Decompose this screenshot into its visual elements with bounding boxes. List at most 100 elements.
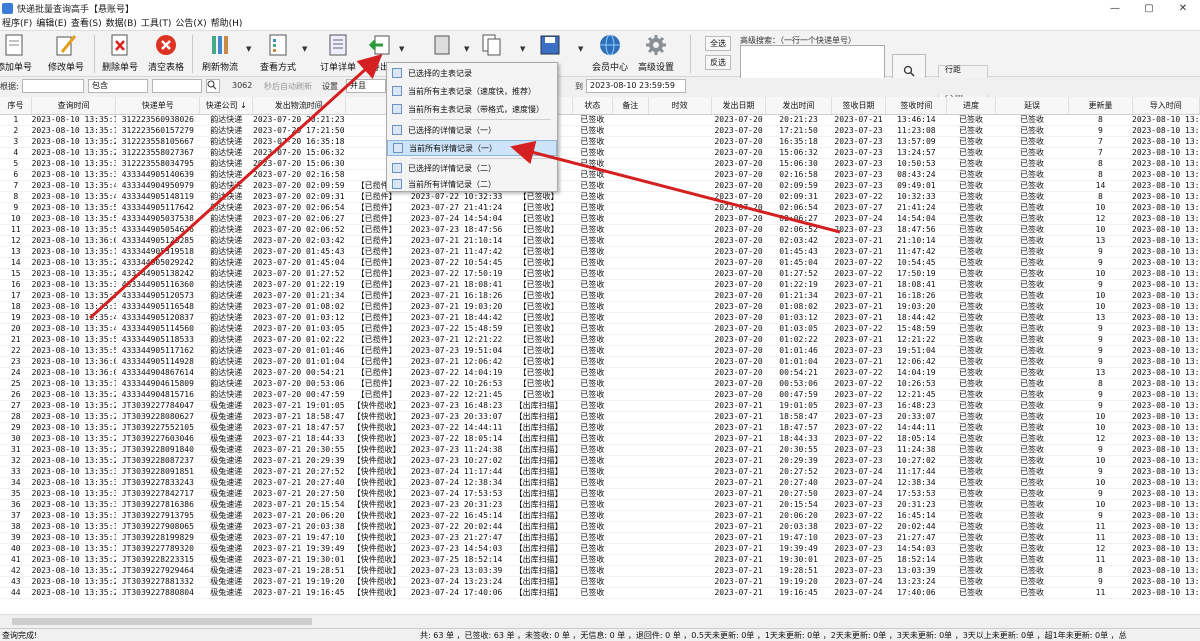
table-row[interactable]: 37 2023-08-10 13:35:35 JT3039227913795 极兔速递… bbox=[0, 510, 1200, 522]
filter-field-select[interactable] bbox=[22, 79, 84, 93]
table-row[interactable]: 28 2023-08-10 13:35:25 JT3039228080627 极兔速递… bbox=[0, 411, 1200, 423]
column-header[interactable]: 时效 bbox=[648, 97, 712, 115]
menu-edit[interactable]: 编辑(E) bbox=[34, 17, 69, 30]
table-row[interactable]: 19 2023-08-10 13:35:43 433344905120837 韵达快递… bbox=[0, 312, 1200, 324]
table-row[interactable]: 7 2023-08-10 13:35:42 433344904950979 韵达快递 2… bbox=[0, 180, 1200, 192]
view-mode-button[interactable]: 查看方式 bbox=[256, 33, 300, 73]
table-row[interactable]: 2 2023-08-10 13:35:18 312223560157279 韵达快递 2… bbox=[0, 125, 1200, 137]
chevron-down-icon[interactable]: ▼ bbox=[578, 45, 583, 53]
table-row[interactable]: 21 2023-08-10 13:35:51 433344905118533 韵达快递… bbox=[0, 334, 1200, 346]
table-row[interactable]: 27 2023-08-10 13:35:24 JT3039227784047 极兔速递… bbox=[0, 400, 1200, 412]
table-row[interactable]: 3 2023-08-10 13:35:24 312223558105667 韵达快递 2… bbox=[0, 136, 1200, 148]
table-row[interactable]: 20 2023-08-10 13:35:47 433344905114560 韵达快递… bbox=[0, 323, 1200, 335]
column-header[interactable]: 签收时间 bbox=[885, 97, 948, 115]
column-header[interactable]: 发出日期 bbox=[711, 97, 767, 115]
edit-number-button[interactable]: 修改单号 bbox=[44, 33, 88, 73]
table-row[interactable]: 41 2023-08-10 13:35:21 JT3039228223315 极兔速递… bbox=[0, 554, 1200, 566]
table-row[interactable]: 25 2023-08-10 13:35:17 433344904615809 韵达快递… bbox=[0, 378, 1200, 390]
menu-data[interactable]: 数据(B) bbox=[104, 17, 139, 30]
table-row[interactable]: 40 2023-08-10 13:35:19 JT3039227789320 极兔速递… bbox=[0, 543, 1200, 555]
order-detail-button[interactable]: 订单详单 bbox=[316, 33, 360, 73]
table-row[interactable]: 30 2023-08-10 13:35:26 JT3039227603046 极兔速递… bbox=[0, 433, 1200, 445]
menu-view[interactable]: 查看(S) bbox=[69, 17, 104, 30]
column-header[interactable]: 导入时间 bbox=[1132, 97, 1200, 115]
select-all-button[interactable]: 全选 bbox=[705, 36, 731, 51]
table-row[interactable]: 32 2023-08-10 13:35:26 JT3039228087237 极兔速递… bbox=[0, 455, 1200, 467]
table-row[interactable]: 10 2023-08-10 13:35:54 433344905037538 韵达快递… bbox=[0, 213, 1200, 225]
menu-item-all-main-fast[interactable]: 当前所有主表记录（速度快，推荐） bbox=[387, 83, 557, 99]
menu-tools[interactable]: 工具(T) bbox=[139, 17, 174, 30]
table-row[interactable]: 44 2023-08-10 13:35:25 JT3039227880804 极兔速递… bbox=[0, 587, 1200, 599]
table-row[interactable]: 35 2023-08-10 13:35:35 JT3039227842717 极兔速递… bbox=[0, 488, 1200, 500]
menu-item-selected-detail-2[interactable]: 已选择的详情记录（二） bbox=[387, 160, 557, 176]
close-button[interactable]: ✕ bbox=[1166, 0, 1200, 17]
column-header[interactable]: 发出物流时间 bbox=[252, 97, 346, 115]
menu-item-all-detail-1[interactable]: 当前所有详情记录（一） bbox=[387, 140, 557, 156]
menu-program[interactable]: 程序(F) bbox=[0, 17, 34, 30]
table-row[interactable]: 14 2023-08-10 13:35:20 433344905029242 韵达快递… bbox=[0, 257, 1200, 269]
save-button[interactable] bbox=[528, 33, 572, 57]
maximize-button[interactable]: ▢ bbox=[1132, 0, 1166, 17]
menu-notice[interactable]: 公告(X) bbox=[173, 17, 208, 30]
refresh-logistics-button[interactable]: 刷新物流 bbox=[198, 33, 242, 73]
column-header[interactable]: 状态 bbox=[572, 97, 613, 115]
table-row[interactable]: 33 2023-08-10 13:35:30 JT3039228091851 极兔速递… bbox=[0, 466, 1200, 478]
table-row[interactable]: 15 2023-08-10 13:35:25 433344905138242 韵达快递… bbox=[0, 268, 1200, 280]
menu-help[interactable]: 帮助(H) bbox=[209, 17, 245, 30]
date-to-input[interactable]: 2023-08-10 23:59:59 bbox=[586, 79, 686, 93]
table-row[interactable]: 43 2023-08-10 13:35:24 JT3039227881332 极兔速递… bbox=[0, 576, 1200, 588]
column-header[interactable]: 快递公司 ↓ bbox=[199, 97, 254, 115]
column-header[interactable]: 序号 bbox=[0, 97, 33, 115]
table-row[interactable]: 17 2023-08-10 13:35:34 433344905120573 韵达快递… bbox=[0, 290, 1200, 302]
column-header[interactable]: 更新量 bbox=[1068, 97, 1133, 115]
print-button[interactable] bbox=[420, 33, 464, 57]
add-number-button[interactable]: 添加单号 bbox=[0, 33, 36, 73]
table-row[interactable]: 26 2023-08-10 13:35:20 433344904815716 韵达快递… bbox=[0, 389, 1200, 401]
logic-select[interactable]: 并且 bbox=[346, 79, 386, 93]
column-header[interactable]: 签收日期 bbox=[831, 97, 887, 115]
menu-item-selected-main[interactable]: 已选择的主表记录 bbox=[387, 65, 557, 81]
table-row[interactable]: 12 2023-08-10 13:36:03 433344905123285 韵达快递… bbox=[0, 235, 1200, 247]
scroll-thumb[interactable] bbox=[12, 618, 312, 625]
column-header[interactable]: 快递单号 bbox=[115, 97, 201, 115]
column-header[interactable]: 进度 bbox=[946, 97, 996, 115]
delete-number-button[interactable]: 删除单号 bbox=[98, 33, 142, 73]
clear-table-button[interactable]: 清空表格 bbox=[144, 33, 188, 73]
table-row[interactable]: 24 2023-08-10 13:36:04 433344904867614 韵达快递… bbox=[0, 367, 1200, 379]
table-row[interactable]: 4 2023-08-10 13:35:28 312223558027367 韵达快递 2… bbox=[0, 147, 1200, 159]
member-center-button[interactable]: 会员中心 bbox=[588, 33, 632, 73]
menu-item-all-detail-2[interactable]: 当前所有详情记录（二） bbox=[387, 176, 557, 192]
table-row[interactable]: 39 2023-08-10 13:35:15 JT3039228199829 极兔速递… bbox=[0, 532, 1200, 544]
table-row[interactable]: 29 2023-08-10 13:35:26 JT3039227552105 极兔速递… bbox=[0, 422, 1200, 434]
column-header[interactable]: 查询时间 bbox=[31, 97, 117, 115]
menu-item-all-main-formatted[interactable]: 当前所有主表记录（带格式，速度慢） bbox=[387, 101, 557, 117]
filter-search-button[interactable] bbox=[206, 79, 220, 93]
chevron-down-icon[interactable]: ▼ bbox=[399, 45, 404, 53]
table-row[interactable]: 34 2023-08-10 13:35:34 JT3039227833243 极兔速递… bbox=[0, 477, 1200, 489]
table-row[interactable]: 18 2023-08-10 13:35:39 433344905116548 韵达快递… bbox=[0, 301, 1200, 313]
filter-value-input[interactable] bbox=[152, 79, 202, 93]
horizontal-scrollbar[interactable] bbox=[0, 614, 1200, 627]
table-row[interactable]: 31 2023-08-10 13:35:26 JT3039228091840 极兔速递… bbox=[0, 444, 1200, 456]
invert-selection-button[interactable]: 反选 bbox=[705, 55, 731, 70]
chevron-down-icon[interactable]: ▼ bbox=[464, 45, 469, 53]
table-row[interactable]: 1 2023-08-10 13:35:14 312223560938026 韵达快递 2… bbox=[0, 114, 1200, 126]
copy-button[interactable] bbox=[470, 33, 514, 57]
menu-item-selected-detail-1[interactable]: 已选择的详情记录（一） bbox=[387, 122, 557, 138]
table-row[interactable]: 16 2023-08-10 13:35:30 433344905116360 韵达快递… bbox=[0, 279, 1200, 291]
table-row[interactable]: 36 2023-08-10 13:35:35 JT3039227816386 极兔速递… bbox=[0, 499, 1200, 511]
column-header[interactable]: 延误 bbox=[995, 97, 1070, 115]
table-row[interactable]: 6 2023-08-10 13:35:37 433344905140639 韵达快递 2… bbox=[0, 169, 1200, 181]
table-row[interactable]: 9 2023-08-10 13:35:50 433344905117642 韵达快递 2… bbox=[0, 202, 1200, 214]
filter-match-select[interactable]: 包含 bbox=[88, 79, 148, 93]
settings-link[interactable]: 设置 bbox=[322, 81, 338, 92]
table-row[interactable]: 13 2023-08-10 13:35:14 433344905319518 韵达快递… bbox=[0, 246, 1200, 258]
table-row[interactable]: 23 2023-08-10 13:36:00 433344905114928 韵达快递… bbox=[0, 356, 1200, 368]
column-header[interactable]: 备注 bbox=[612, 97, 649, 115]
chevron-down-icon[interactable]: ▼ bbox=[520, 45, 525, 53]
table-row[interactable]: 5 2023-08-10 13:35:33 312223558034795 韵达快递 2… bbox=[0, 158, 1200, 170]
table-row[interactable]: 42 2023-08-10 13:35:23 JT3039227929464 极兔速递… bbox=[0, 565, 1200, 577]
advanced-settings-button[interactable]: 高级设置 bbox=[634, 33, 678, 73]
chevron-down-icon[interactable]: ▼ bbox=[246, 45, 251, 53]
column-header[interactable]: 发出时间 bbox=[765, 97, 832, 115]
